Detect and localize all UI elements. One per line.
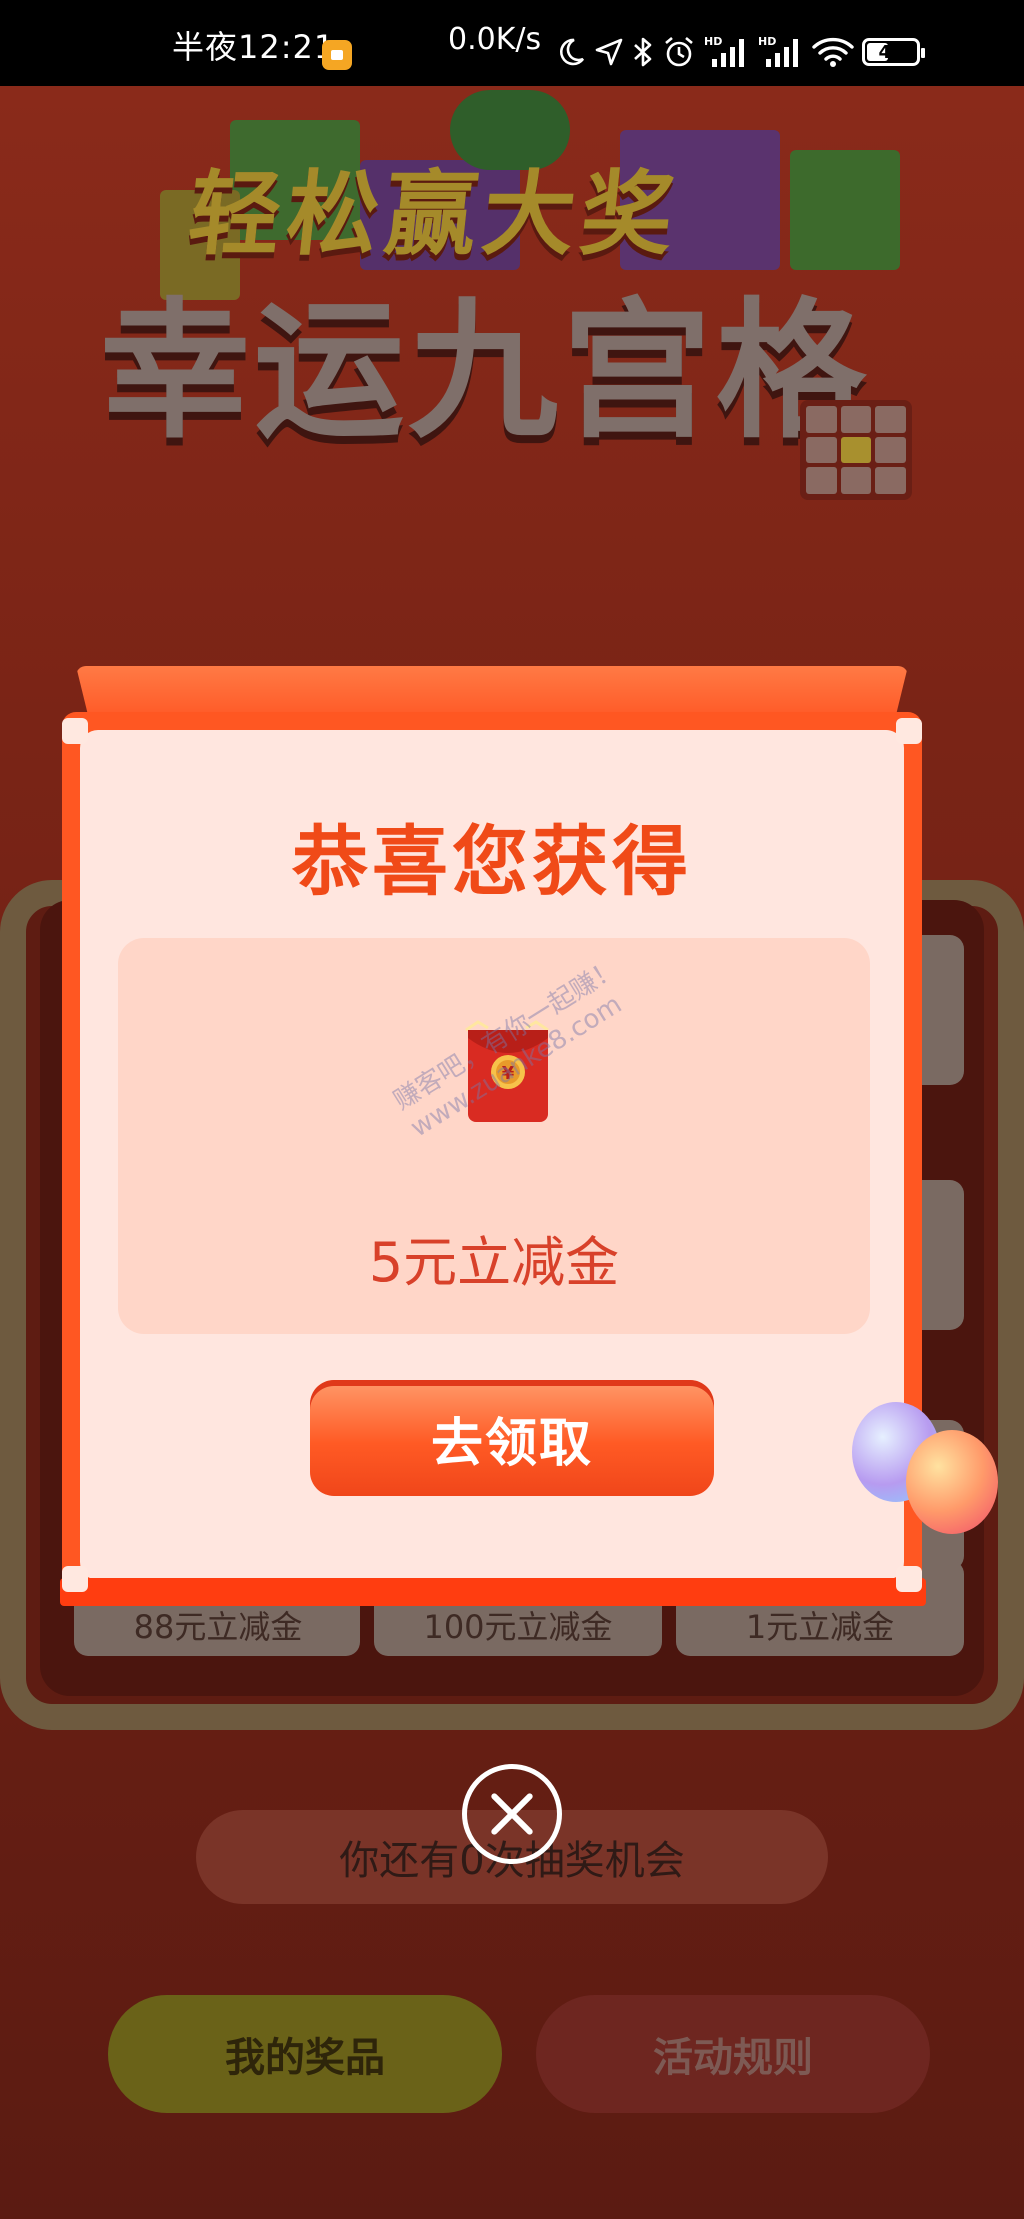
svg-text:HD: HD xyxy=(704,35,722,48)
claim-button[interactable]: 去领取 xyxy=(310,1380,714,1496)
battery-level: 44 xyxy=(878,41,904,63)
modal-corner-decoration xyxy=(62,1566,88,1592)
battery-icon: 44 xyxy=(862,38,925,66)
activity-rules-button[interactable]: 活动规则 xyxy=(536,1995,930,2113)
notification-icon xyxy=(322,40,352,70)
modal-bottom-band xyxy=(60,1578,926,1606)
prize-label: 88元立减金 xyxy=(133,1608,303,1646)
status-icons: HD HD 44 xyxy=(556,32,925,72)
moon-icon xyxy=(559,38,585,66)
modal-title: 恭喜您获得 xyxy=(292,817,692,906)
alarm-icon xyxy=(665,37,693,67)
status-time: 半夜12:21 xyxy=(172,28,336,66)
prize-label: 1元立减金 xyxy=(745,1608,895,1646)
my-prizes-button[interactable]: 我的奖品 xyxy=(108,1995,502,2113)
location-icon xyxy=(595,38,623,66)
modal-corner-decoration xyxy=(896,718,922,744)
modal-corner-decoration xyxy=(896,1566,922,1592)
mini-grid-decoration xyxy=(800,400,912,500)
prize-label: 100元立减金 xyxy=(423,1608,613,1646)
signal-hd-icon: HD xyxy=(704,35,744,67)
balloon-decoration xyxy=(906,1430,998,1534)
svg-text:¥: ¥ xyxy=(502,1063,515,1084)
wifi-icon xyxy=(812,37,854,67)
status-bar: 半夜12:21 0.0K/s HD HD 44 xyxy=(0,0,1024,86)
network-speed: 0.0K/s xyxy=(448,22,542,57)
signal-hd-icon: HD xyxy=(758,35,798,67)
modal-corner-decoration xyxy=(62,718,88,744)
background-title-line2: 幸运九宫格 xyxy=(100,285,871,459)
svg-text:HD: HD xyxy=(758,35,776,48)
close-modal-button[interactable] xyxy=(462,1764,562,1864)
red-envelope-icon: ¥ xyxy=(465,1020,549,1122)
prize-name: 5元立减金 xyxy=(368,1231,620,1294)
bluetooth-icon xyxy=(634,37,652,67)
